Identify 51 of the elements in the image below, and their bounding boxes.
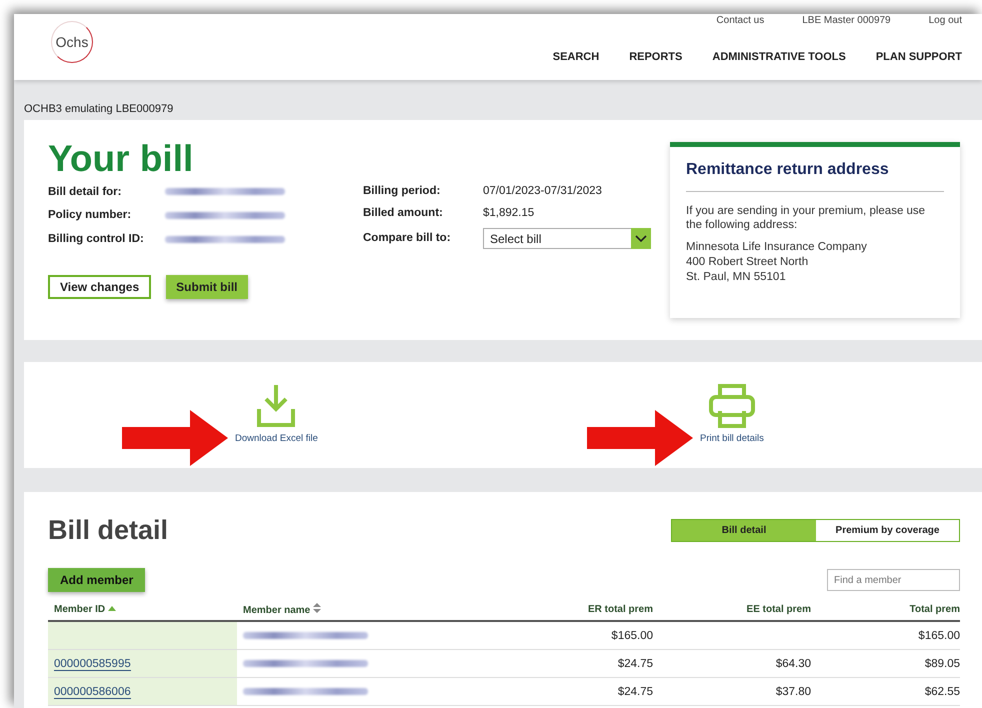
header-link[interactable]: LBE Master 000979 bbox=[802, 15, 891, 26]
nav-link[interactable]: PLAN SUPPORT bbox=[876, 51, 962, 63]
nav-link[interactable]: SEARCH bbox=[552, 51, 600, 63]
dropdown-toggle[interactable] bbox=[631, 228, 651, 249]
field-label: Bill detail for: bbox=[48, 184, 122, 200]
column-header[interactable]: ER total prem bbox=[588, 604, 653, 614]
column-header[interactable]: Total prem bbox=[910, 604, 960, 614]
field-label: Billing control ID: bbox=[48, 232, 145, 248]
table-cell: $62.55 bbox=[924, 686, 960, 698]
view-changes-button[interactable]: View changes bbox=[48, 275, 152, 299]
mailing-address: Minnesota Life Insurance Company 400 Robert Street North St. Paul, MN 55101 bbox=[686, 240, 868, 285]
page-title: Your bill bbox=[48, 140, 194, 178]
table-cell: $165.00 bbox=[918, 630, 960, 642]
field-label: Billing period: bbox=[363, 184, 442, 199]
remittance-note: If you are sending in your premium, please use the following address: bbox=[686, 204, 926, 232]
column-header[interactable]: EE total prem bbox=[746, 604, 811, 614]
header-link[interactable]: Log out bbox=[928, 15, 962, 26]
field-value: 07/01/2023-07/31/2023 bbox=[483, 184, 603, 199]
field-label: Compare bill to: bbox=[363, 230, 452, 246]
print-link[interactable]: Print bill details bbox=[700, 383, 764, 444]
column-header[interactable]: Member name bbox=[243, 604, 310, 616]
sort-up-icon[interactable] bbox=[108, 606, 116, 612]
column-header[interactable]: Member ID bbox=[54, 604, 106, 614]
member-search-field[interactable]: Find a member bbox=[827, 569, 960, 591]
table-cell: $37.80 bbox=[776, 686, 811, 698]
emulation-note: OCHB3 emulating LBE000979 bbox=[24, 103, 174, 115]
nav-link[interactable]: REPORTS bbox=[629, 51, 682, 63]
download-link[interactable]: Download Excel file bbox=[235, 383, 318, 444]
view-tab[interactable]: Bill detail bbox=[672, 520, 816, 540]
table-cell: $24.75 bbox=[618, 658, 653, 670]
sort-icon[interactable] bbox=[313, 602, 322, 612]
field-label: Billed amount: bbox=[363, 206, 444, 221]
nav-link[interactable]: ADMINISTRATIVE TOOLS bbox=[712, 51, 846, 63]
header-link[interactable]: Contact us bbox=[716, 15, 764, 26]
member-id-link[interactable]: 000000585995 bbox=[54, 658, 131, 670]
field-value: $1,892.15 bbox=[483, 206, 536, 221]
card-title: Remittance return address bbox=[686, 161, 944, 192]
logo-link[interactable]: Ochs bbox=[51, 21, 93, 63]
printer-icon bbox=[708, 383, 756, 429]
field-label: Policy number: bbox=[48, 208, 132, 224]
table-cell: $24.75 bbox=[618, 686, 653, 698]
chevron-down-icon bbox=[635, 234, 647, 242]
download-icon bbox=[256, 383, 296, 429]
table-cell: $64.30 bbox=[776, 658, 811, 670]
section-title: Bill detail bbox=[48, 514, 168, 546]
compare-bill-dropdown[interactable]: Select bill bbox=[483, 228, 631, 249]
table-cell: $165.00 bbox=[611, 630, 653, 642]
table-cell: $89.05 bbox=[924, 658, 960, 670]
member-id-link[interactable]: 000000586006 bbox=[54, 686, 131, 698]
submit-button[interactable]: Submit bill bbox=[166, 275, 248, 299]
add-member-button[interactable]: Add member bbox=[48, 568, 146, 592]
